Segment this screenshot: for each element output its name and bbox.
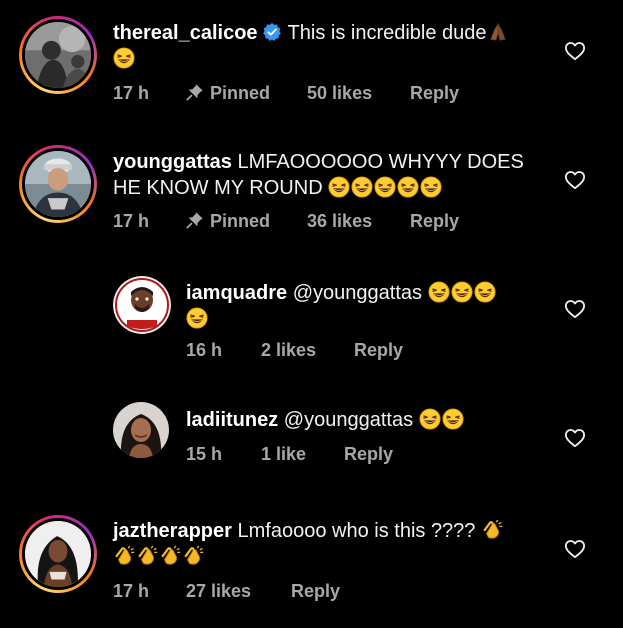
username[interactable]: younggattas <box>113 151 232 173</box>
comment-meta: 16 h 2 likes Reply <box>186 340 403 361</box>
avatar-photo <box>25 151 91 217</box>
heart-outline-icon[interactable] <box>564 428 586 448</box>
username[interactable]: jaztherapper <box>113 520 232 542</box>
avatar-photo <box>25 22 91 88</box>
heart-outline-icon[interactable] <box>564 170 586 190</box>
pinned-label: Pinned <box>186 83 302 104</box>
grinning-squinting-emoji <box>451 281 473 303</box>
reply-button[interactable]: Reply <box>291 581 340 602</box>
comment-meta: 17 h Pinned 50 likes Reply <box>113 83 459 104</box>
comment-meta: 17 h Pinned 36 likes Reply <box>113 211 459 232</box>
clapping-hands-emoji <box>182 545 204 567</box>
comment-text: @younggattas <box>292 282 422 304</box>
heart-outline-icon[interactable] <box>564 539 586 559</box>
likes-count[interactable]: 50 likes <box>307 83 405 104</box>
grinning-squinting-emoji <box>442 408 464 430</box>
timestamp: 17 h <box>113 83 150 103</box>
avatar[interactable] <box>113 276 171 334</box>
likes-count[interactable]: 1 like <box>261 444 339 465</box>
comment-text-line2: HE KNOW MY ROUND <box>113 177 323 199</box>
grinning-squinting-emoji <box>419 408 441 430</box>
avatar[interactable] <box>19 145 97 223</box>
comment-text: @younggattas <box>283 409 414 431</box>
verified-badge-icon <box>262 22 281 41</box>
avatar-photo <box>113 402 169 458</box>
pushpin-icon <box>186 83 204 101</box>
grinning-squinting-emoji <box>351 176 373 198</box>
heart-outline-icon[interactable] <box>564 299 586 319</box>
username[interactable]: iamquadre <box>186 282 287 304</box>
folded-hands-emoji <box>487 21 509 43</box>
avatar[interactable] <box>19 515 97 593</box>
clapping-hands-emoji <box>481 519 503 541</box>
grinning-squinting-emoji <box>474 281 496 303</box>
likes-count[interactable]: 27 likes <box>186 581 286 602</box>
username[interactable]: thereal_calicoe <box>113 22 258 44</box>
comment-body: younggattas LMFAOOOOOO WHYYY DOES HE KNO… <box>113 149 553 201</box>
heart-outline-icon[interactable] <box>564 41 586 61</box>
comment-text-line1: LMFAOOOOOO WHYYY DOES <box>237 151 524 173</box>
reply-button[interactable]: Reply <box>410 83 459 104</box>
pushpin-icon <box>186 211 204 229</box>
comment-text: Lmfaoooo who is this ???? <box>237 520 476 542</box>
comment-meta: 17 h 27 likes Reply <box>113 581 340 602</box>
comment-body: iamquadre @younggattas <box>186 280 546 332</box>
comment-text: This is incredible dude <box>287 22 487 44</box>
grinning-squinting-emoji <box>420 176 442 198</box>
grinning-squinting-emoji <box>374 176 396 198</box>
pinned-label: Pinned <box>186 211 302 232</box>
timestamp: 16 h <box>186 340 223 360</box>
timestamp: 17 h <box>113 211 150 231</box>
grinning-squinting-emoji <box>328 176 350 198</box>
avatar[interactable] <box>113 402 169 458</box>
likes-count[interactable]: 36 likes <box>307 211 405 232</box>
comment-meta: 15 h 1 like Reply <box>186 444 393 465</box>
grinning-squinting-emoji <box>113 47 135 69</box>
reply-button[interactable]: Reply <box>344 444 393 465</box>
clapping-hands-emoji <box>159 545 181 567</box>
avatar[interactable] <box>19 16 97 94</box>
clapping-hands-emoji <box>136 545 158 567</box>
comment-body: jaztherapper Lmfaoooo who is this ???? <box>113 518 553 570</box>
grinning-squinting-emoji <box>428 281 450 303</box>
avatar-photo <box>113 276 171 334</box>
clapping-hands-emoji <box>113 545 135 567</box>
reply-button[interactable]: Reply <box>354 340 403 361</box>
comment-body: ladiitunez @younggattas <box>186 407 546 433</box>
timestamp: 15 h <box>186 444 223 464</box>
reply-button[interactable]: Reply <box>410 211 459 232</box>
comment-body: thereal_calicoe This is incredible dude <box>113 20 553 72</box>
username[interactable]: ladiitunez <box>186 409 278 431</box>
avatar-photo <box>25 521 91 587</box>
likes-count[interactable]: 2 likes <box>261 340 349 361</box>
grinning-squinting-emoji <box>186 307 208 329</box>
grinning-squinting-emoji <box>397 176 419 198</box>
timestamp: 17 h <box>113 581 150 601</box>
